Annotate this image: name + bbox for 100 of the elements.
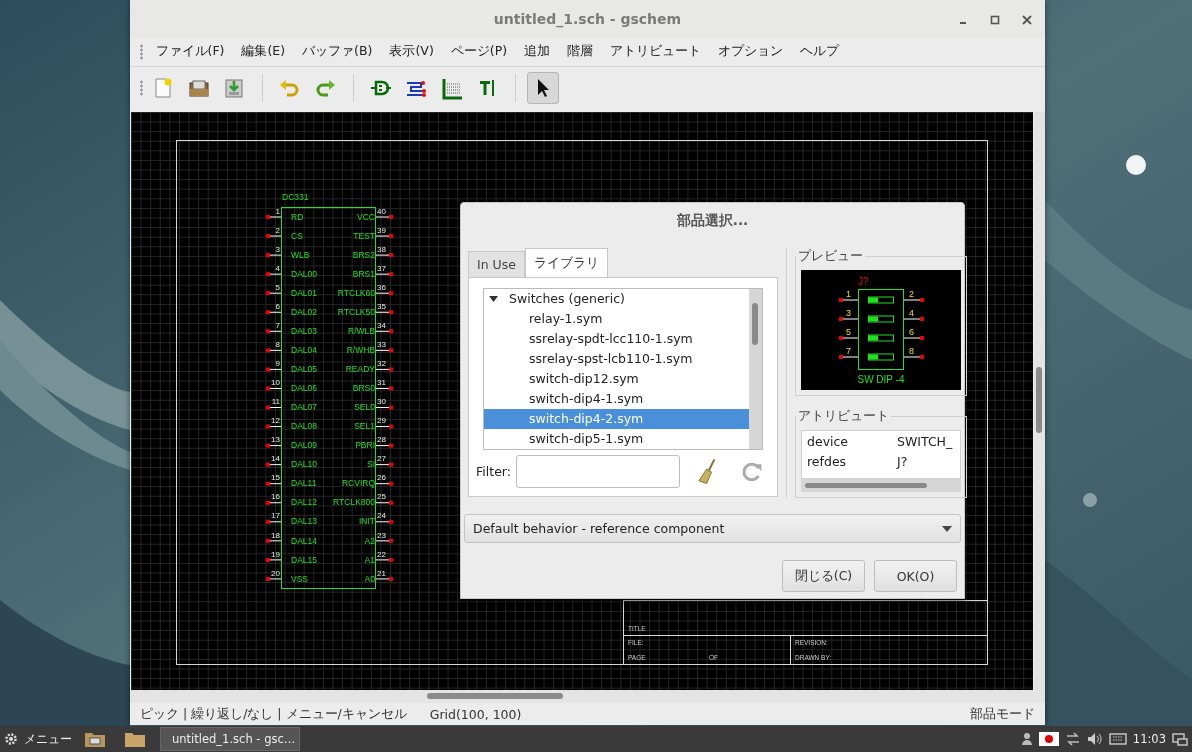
- pin-number: 26: [377, 474, 386, 483]
- pin-number: 35: [377, 302, 386, 311]
- pin-number: 6: [275, 302, 280, 311]
- pin-number: 13: [271, 436, 280, 445]
- pin-number: 23: [377, 531, 386, 540]
- tree-item[interactable]: switch-dip5-1.sym: [484, 429, 749, 449]
- pin-number: 3: [275, 245, 280, 254]
- attribute-name: device: [807, 433, 850, 451]
- pin-number: 11: [271, 398, 280, 407]
- taskbar-button[interactable]: untitled_1.sch - gsc…: [160, 727, 300, 751]
- clock: 11:03: [1132, 732, 1166, 746]
- menu-item[interactable]: 表示(V): [380, 40, 443, 64]
- pin-label: DAL10: [291, 459, 317, 470]
- pin-number: 36: [377, 283, 386, 292]
- pin-label: RTCLK60: [337, 287, 375, 298]
- tab[interactable]: ライブラリ: [524, 248, 608, 277]
- pin-label: CS: [291, 230, 303, 241]
- pin-label: DAL04: [291, 345, 317, 356]
- menu-item[interactable]: 編集(E): [232, 40, 294, 64]
- pin-number: 25: [377, 493, 386, 502]
- pin-label: DAL01: [291, 287, 317, 298]
- tree-item[interactable]: relay-1.sym: [484, 309, 749, 329]
- pin-label: DAL08: [291, 421, 317, 432]
- pin-label: VCC: [357, 211, 375, 222]
- status-hint: ピック | 繰り返し/なし | メニュー/キャンセル: [140, 705, 407, 723]
- menu-item[interactable]: ヘルプ: [791, 40, 848, 64]
- pin-number: 1: [275, 207, 280, 216]
- pin-label: DAL12: [291, 497, 317, 508]
- menu-item[interactable]: 階層: [558, 40, 602, 64]
- close-button[interactable]: 閉じる(C): [782, 560, 865, 592]
- pin-number: 7: [846, 346, 851, 356]
- menu-item[interactable]: ファイル(F): [147, 40, 233, 64]
- tree-item[interactable]: ssrelay-spdt-lcc110-1.sym: [484, 329, 749, 349]
- menu-item[interactable]: オプション: [709, 40, 792, 64]
- pin-label: TEST: [353, 230, 375, 241]
- tree-item[interactable]: switch-dip12.sym: [484, 369, 749, 389]
- pin-number: 24: [377, 512, 386, 521]
- filter-label: Filter:: [476, 464, 511, 479]
- pin-label: DAL14: [291, 535, 317, 546]
- tab[interactable]: In Use: [468, 251, 525, 277]
- pin-label: INIT: [358, 516, 375, 527]
- tree-item[interactable]: ssrelay-spst-lcb110-1.sym: [484, 349, 749, 369]
- menu-item[interactable]: バッファ(B): [293, 40, 381, 64]
- pin-number: 7: [275, 322, 280, 330]
- pin-number: 12: [271, 417, 280, 426]
- pin-number: 32: [377, 360, 386, 369]
- tree-item[interactable]: Switches (generic): [484, 289, 749, 309]
- pin-number: 2: [909, 289, 914, 299]
- pin-label: DAL07: [291, 402, 317, 413]
- pin-number: 1: [846, 289, 851, 299]
- pin-number: 29: [377, 417, 386, 426]
- pin-number: 10: [271, 379, 280, 388]
- pin-label: DAL15: [291, 554, 317, 565]
- pin-number: 6: [909, 327, 914, 337]
- menu-item[interactable]: アトリビュート: [601, 40, 710, 64]
- ok-button[interactable]: OK(O): [874, 560, 957, 592]
- pin-number: 37: [377, 264, 386, 273]
- component-refdes: DC331: [282, 191, 309, 202]
- tree-item[interactable]: switch-dip4-1.sym: [484, 389, 749, 409]
- pin-label: RCVIRQ: [341, 478, 375, 489]
- attribute-name: refdes: [807, 453, 848, 471]
- pin-number: 2: [275, 226, 280, 235]
- pin-label: DAL02: [291, 306, 317, 317]
- pin-number: 14: [271, 455, 280, 464]
- pin-number: 18: [271, 531, 280, 540]
- menu-button[interactable]: メニュー: [24, 731, 72, 747]
- pin-number: 40: [377, 207, 386, 216]
- pin-number: 33: [377, 341, 386, 350]
- mode-status: 部品モード: [970, 705, 1035, 723]
- window-title: untitled_1.sch - gschem: [493, 10, 682, 27]
- grid-status: Grid(100, 100): [429, 706, 522, 722]
- pin-label: DAL00: [291, 268, 317, 279]
- pin-label: RTCLK800: [333, 497, 375, 508]
- pin-number: 4: [909, 308, 914, 318]
- menu-item[interactable]: 追加: [515, 40, 559, 64]
- pin-label: WLB: [291, 249, 310, 260]
- pin-label: VSS: [291, 573, 308, 584]
- pin-number: 39: [377, 226, 386, 235]
- pin-label: DAL05: [291, 364, 317, 375]
- pin-label: A0: [364, 573, 375, 584]
- pin-label: R/WHB: [346, 345, 375, 356]
- preview-label: SW DIP -4: [857, 374, 905, 385]
- attribute-value: J?: [897, 453, 909, 471]
- pin-label: DAL11: [291, 478, 317, 489]
- pin-label: DAL09: [291, 440, 317, 451]
- pin-number: 4: [275, 264, 280, 273]
- pin-number: 21: [377, 569, 386, 578]
- pin-number: 5: [275, 283, 280, 292]
- pin-label: A2: [364, 535, 375, 546]
- pin-label: BRS0: [352, 383, 375, 394]
- pin-label: RTCLK50: [337, 306, 375, 317]
- pin-label: BRS1: [352, 268, 375, 279]
- pin-label: A1: [364, 554, 375, 565]
- behavior-dropdown[interactable]: Default behavior - reference component: [464, 514, 961, 543]
- menu-item[interactable]: ページ(P): [442, 40, 516, 64]
- pin-label: PBRI: [355, 440, 375, 451]
- pin-number: 31: [377, 379, 386, 388]
- preview-heading: プレビュー: [797, 248, 864, 265]
- pin-number: 28: [377, 436, 386, 445]
- pin-label: RD: [291, 211, 304, 222]
